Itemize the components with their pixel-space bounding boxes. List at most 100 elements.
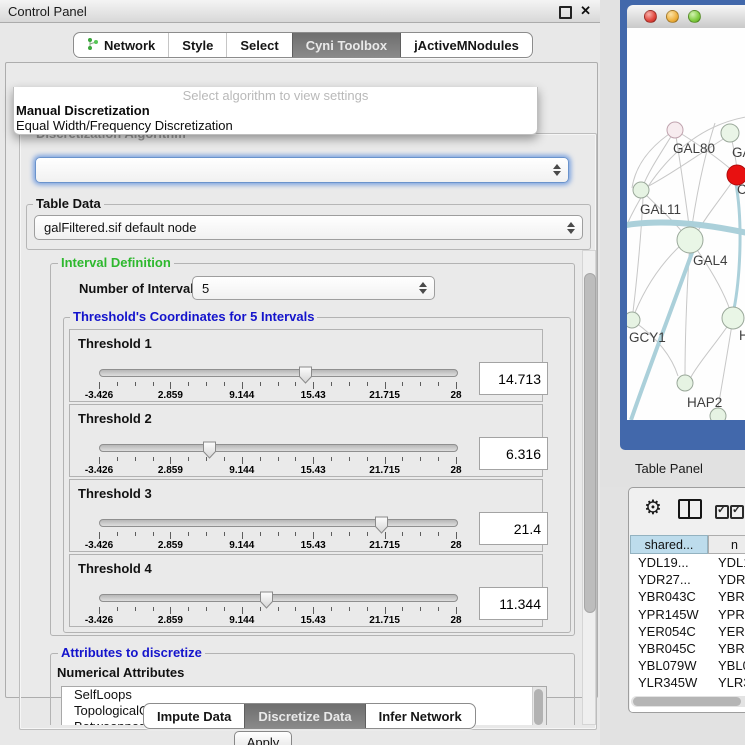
list-item[interactable]: SelfLoops <box>62 687 546 703</box>
tick-mark <box>99 607 100 614</box>
h-node[interactable] <box>722 307 744 329</box>
gal11-node[interactable] <box>633 182 649 198</box>
tick-mark <box>170 382 171 389</box>
tick-mark <box>135 532 136 536</box>
column-header-n[interactable]: n <box>708 535 745 554</box>
tab-jactivemnodules[interactable]: jActiveMNodules <box>400 33 532 57</box>
tick-mark <box>224 532 225 536</box>
threshold-value-input[interactable] <box>479 512 548 545</box>
checkbox-checked-icon[interactable] <box>715 505 729 519</box>
close-icon[interactable]: ✕ <box>580 3 591 19</box>
table-row[interactable]: YDL19...YDL1 <box>630 554 745 571</box>
combo-spinner-icon <box>553 164 561 176</box>
table-row[interactable]: YER054CYER0 <box>630 623 745 640</box>
tab-infer-network[interactable]: Infer Network <box>365 704 475 728</box>
number-of-intervals-combobox[interactable]: 5 <box>192 276 435 300</box>
apply-button[interactable]: Apply <box>234 731 292 745</box>
table-row[interactable]: YBR045CYBR0 <box>630 640 745 657</box>
slider-track[interactable] <box>99 519 458 527</box>
gal4-node[interactable] <box>677 227 703 253</box>
split-view-icon[interactable] <box>678 499 702 519</box>
list-scrollbar[interactable] <box>532 687 546 725</box>
axis-label: 2.859 <box>138 540 202 551</box>
cell-shared-name: YER054C <box>630 623 709 640</box>
threshold-value-input[interactable] <box>479 587 548 620</box>
table-row[interactable]: YPR145WYPR1 <box>630 606 745 623</box>
slider-track[interactable] <box>99 369 458 377</box>
table-row[interactable]: YLR345WYLR3 <box>630 674 745 691</box>
gear-icon[interactable]: ⚙ <box>644 495 662 521</box>
tab-network[interactable]: Network <box>74 33 168 57</box>
tab-select[interactable]: Select <box>226 33 291 57</box>
top-right-node[interactable] <box>721 124 739 142</box>
tab-label: jActiveMNodules <box>414 38 519 53</box>
slider-handle[interactable] <box>259 591 274 614</box>
slider-track[interactable] <box>99 594 458 602</box>
axis-label: 9.144 <box>210 615 274 626</box>
float-window-icon[interactable] <box>559 6 572 19</box>
column-header-shared-[interactable]: shared... <box>630 535 708 554</box>
checkbox-checked-icon[interactable] <box>730 505 744 519</box>
axis-label: 2.859 <box>138 390 202 401</box>
threshold-label: Threshold 3 <box>78 486 152 501</box>
hap2-node[interactable] <box>677 375 693 391</box>
slider-handle[interactable] <box>298 366 313 389</box>
tick-mark <box>420 607 421 611</box>
gcy1-node[interactable] <box>627 312 640 328</box>
horizontal-scrollbar[interactable] <box>631 696 745 707</box>
axis-label: -3.426 <box>67 540 131 551</box>
tick-mark <box>135 607 136 611</box>
tick-mark <box>153 532 154 536</box>
tick-mark <box>206 532 207 536</box>
axis-label: 9.144 <box>210 465 274 476</box>
tick-mark <box>135 457 136 461</box>
settings-scroll-area: Interval Definition Number of Intervals … <box>25 250 597 725</box>
threshold-value-input[interactable] <box>479 437 548 470</box>
cell-shared-name: YDL19... <box>630 554 709 571</box>
tick-mark <box>242 457 243 464</box>
vertical-scrollbar[interactable] <box>582 250 596 725</box>
interval-definition-group: Interval Definition Number of Intervals … <box>50 263 575 636</box>
algorithm-option-manual-discretization[interactable]: Manual Discretization <box>16 103 150 118</box>
axis-label: 15.43 <box>281 615 345 626</box>
tick-mark <box>170 607 171 614</box>
table-row[interactable]: YBR043CYBR0 <box>630 588 745 605</box>
slider-handle[interactable] <box>374 516 389 539</box>
tick-mark <box>438 532 439 536</box>
tick-mark <box>385 457 386 464</box>
table-row[interactable]: YDR27...YDR2 <box>630 571 745 588</box>
axis-label: 9.144 <box>210 540 274 551</box>
tab-cyni-toolbox[interactable]: Cyni Toolbox <box>292 33 400 57</box>
algorithm-option-equal-width-frequency-discretization[interactable]: Equal Width/Frequency Discretization <box>16 118 233 133</box>
axis-label: 21.715 <box>353 540 417 551</box>
control-panel-body: Discretization Algorithm Table Data galF… <box>5 62 598 698</box>
table-data-combobox[interactable]: galFiltered.sif default node <box>34 215 583 240</box>
tab-impute-data[interactable]: Impute Data <box>144 704 244 728</box>
scrollbar-thumb[interactable] <box>633 697 741 706</box>
table-panel: ⚙ shared...n YDL19...YDL1YDR27...YDR2YBR… <box>628 487 745 713</box>
axis-label: 2.859 <box>138 465 202 476</box>
threshold-value-input[interactable] <box>479 362 548 395</box>
scrollbar-thumb[interactable] <box>584 273 596 613</box>
algorithm-combobox[interactable] <box>35 157 569 183</box>
tab-style[interactable]: Style <box>168 33 226 57</box>
tick-mark <box>224 382 225 386</box>
cell-name: YPR1 <box>709 606 745 623</box>
table-row[interactable]: YBL079WYBL0 <box>630 657 745 674</box>
close-traffic-light-icon[interactable] <box>644 10 657 23</box>
network-canvas[interactable]: GAL80GACGAL11GAL4GCY1HHAP2 <box>627 28 745 420</box>
tick-mark <box>170 532 171 539</box>
zoom-traffic-light-icon[interactable] <box>688 10 701 23</box>
scrollbar-thumb[interactable] <box>534 689 543 725</box>
minimize-traffic-light-icon[interactable] <box>666 10 679 23</box>
combo-spinner-icon <box>419 282 427 294</box>
slider-handle[interactable] <box>202 441 217 464</box>
axis-label: 21.715 <box>353 615 417 626</box>
tick-mark <box>224 607 225 611</box>
number-of-intervals-label: Number of Intervals <box>79 281 201 296</box>
tab-discretize-data[interactable]: Discretize Data <box>244 704 364 728</box>
slider-track[interactable] <box>99 444 458 452</box>
gal80-node[interactable] <box>667 122 683 138</box>
tick-mark <box>117 382 118 386</box>
threshold-panel: Threshold 3-3.4262.8599.14415.4321.71528 <box>69 479 543 552</box>
